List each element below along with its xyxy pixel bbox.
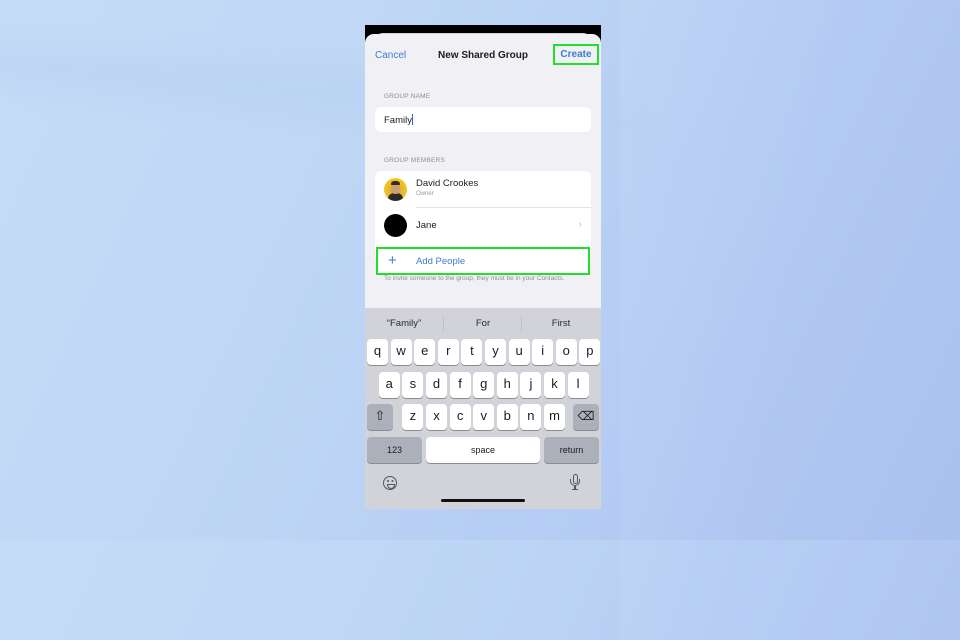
- suggestion-item[interactable]: For: [444, 318, 522, 329]
- create-button[interactable]: Create: [553, 44, 599, 65]
- key-x[interactable]: x: [426, 404, 447, 430]
- member-name: Jane: [416, 220, 437, 231]
- chevron-right-icon: ›: [578, 219, 582, 230]
- key-t[interactable]: t: [461, 339, 483, 365]
- suggestion-item[interactable]: “Family”: [365, 318, 443, 329]
- key-k[interactable]: k: [544, 372, 565, 398]
- avatar: [384, 214, 407, 237]
- key-w[interactable]: w: [390, 339, 412, 365]
- suggestion-bar: “Family” For First: [365, 308, 601, 338]
- delete-key[interactable]: ⌫: [573, 404, 599, 430]
- shift-icon: ⇧: [374, 408, 386, 423]
- delete-icon: ⌫: [577, 409, 595, 423]
- key-a[interactable]: a: [378, 372, 400, 398]
- add-people-button[interactable]: + Add People: [376, 247, 590, 275]
- keyboard: “Family” For First ⇧ ⌫ 123 space return: [365, 308, 601, 509]
- avatar: [384, 178, 407, 201]
- key-y[interactable]: y: [485, 339, 506, 365]
- key-z[interactable]: z: [402, 404, 424, 430]
- group-name-text: Family: [384, 115, 412, 126]
- microphone-icon[interactable]: [570, 474, 580, 492]
- key-o[interactable]: o: [555, 339, 577, 365]
- mic-base: [572, 489, 578, 491]
- key-q[interactable]: q: [367, 339, 388, 365]
- add-people-label: Add People: [416, 256, 466, 267]
- key-f[interactable]: f: [449, 372, 471, 398]
- phone-screen: Cancel New Shared Group Create GROUP NAM…: [365, 25, 601, 509]
- suggestion-item[interactable]: First: [522, 318, 600, 329]
- key-n[interactable]: n: [520, 404, 542, 430]
- member-row-david-crookes: David Crookes Owner: [375, 171, 591, 207]
- key-l[interactable]: l: [567, 372, 589, 398]
- key-d[interactable]: d: [426, 372, 447, 398]
- key-i[interactable]: i: [532, 339, 554, 365]
- group-name-label: GROUP NAME: [384, 93, 431, 100]
- mic-cup: [570, 479, 580, 486]
- home-indicator[interactable]: [441, 499, 525, 502]
- new-shared-group-sheet: Cancel New Shared Group Create GROUP NAM…: [365, 34, 601, 509]
- key-c[interactable]: c: [449, 404, 471, 430]
- shift-key[interactable]: ⇧: [367, 404, 393, 430]
- group-members-label: GROUP MEMBERS: [384, 157, 445, 164]
- text-caret: [412, 114, 414, 125]
- numbers-key[interactable]: 123: [367, 437, 422, 463]
- group-name-input[interactable]: Family: [375, 107, 591, 132]
- emoji-icon[interactable]: [383, 476, 397, 490]
- key-m[interactable]: m: [544, 404, 565, 430]
- group-name-value: Family: [384, 114, 414, 126]
- avatar-hair: [391, 181, 400, 185]
- member-row-jane[interactable]: Jane ›: [375, 207, 591, 243]
- key-g[interactable]: g: [473, 372, 495, 398]
- avatar-body: [388, 193, 403, 201]
- navigation-bar: Cancel New Shared Group Create: [365, 34, 601, 78]
- key-h[interactable]: h: [496, 372, 518, 398]
- return-key[interactable]: return: [544, 437, 599, 463]
- key-j[interactable]: j: [520, 372, 542, 398]
- plus-icon: +: [388, 252, 397, 269]
- key-v[interactable]: v: [473, 404, 495, 430]
- group-members-list: David Crookes Owner Jane › + Add People: [375, 171, 591, 275]
- key-r[interactable]: r: [437, 339, 459, 365]
- key-p[interactable]: p: [579, 339, 601, 365]
- background-streak: [620, 0, 960, 640]
- key-s[interactable]: s: [402, 372, 424, 398]
- member-role: Owner: [416, 191, 434, 197]
- space-key[interactable]: space: [426, 437, 540, 463]
- key-e[interactable]: e: [414, 339, 436, 365]
- key-u[interactable]: u: [508, 339, 530, 365]
- member-name: David Crookes: [416, 178, 479, 189]
- invite-footnote: To invite someone to the group, they mus…: [384, 275, 565, 282]
- key-b[interactable]: b: [496, 404, 518, 430]
